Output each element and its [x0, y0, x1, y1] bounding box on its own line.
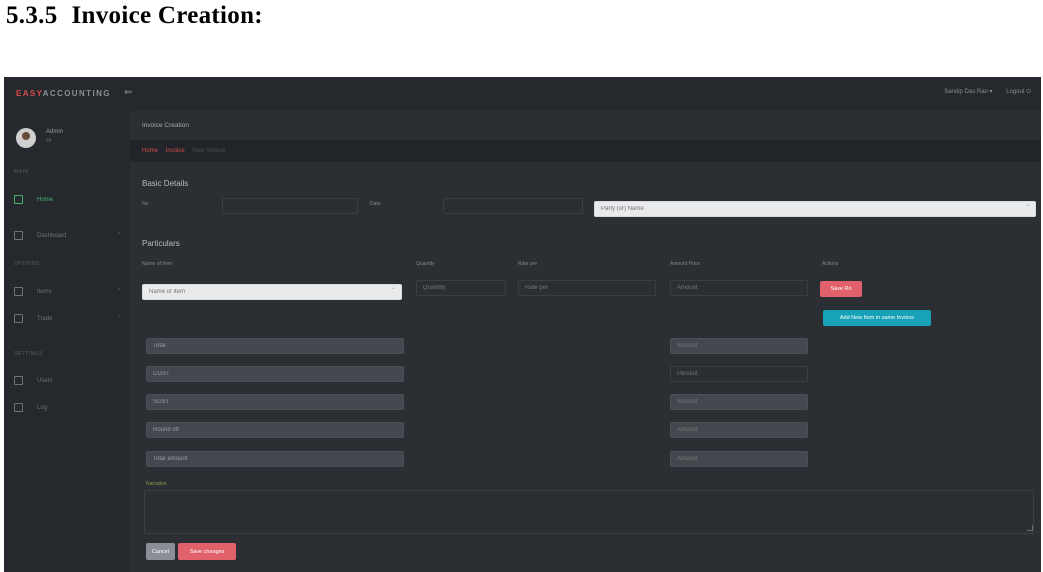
cgst-percent-field[interactable]	[670, 366, 808, 382]
narration-textarea[interactable]	[144, 490, 1034, 534]
no-label: No	[142, 201, 149, 207]
chevron-right-icon: ›	[118, 314, 120, 320]
add-item-button[interactable]: Add New Item in same Invoice	[823, 310, 931, 326]
sidebar-item-log[interactable]: Log	[14, 403, 124, 412]
top-right-menu: Sandip Das Rao ▾ Logout ⏻	[932, 88, 1031, 96]
column-header-actions: Actions	[822, 261, 839, 267]
column-header-amount: Amount Price	[670, 261, 701, 267]
date-input[interactable]	[443, 198, 583, 214]
sidebar-section-label: OPTIONS	[14, 261, 41, 267]
grand-total-field[interactable]	[670, 451, 808, 467]
save-row-button[interactable]: Save Ro	[820, 281, 862, 297]
chevron-right-icon: ›	[118, 287, 120, 293]
box-icon	[14, 287, 23, 296]
sidebar-section-label: SETTINGS	[14, 351, 44, 357]
chevron-down-icon: ⌄	[390, 285, 396, 291]
particulars-title: Particulars	[142, 239, 180, 248]
sgst-amount-field[interactable]	[670, 394, 808, 410]
home-icon	[14, 195, 23, 204]
dashboard-icon	[14, 231, 23, 240]
date-label: Date	[370, 201, 381, 207]
sidebar-toggle-icon[interactable]: ⇐	[124, 87, 132, 98]
save-changes-button[interactable]: Save changes	[178, 543, 236, 560]
chevron-right-icon: ›	[118, 231, 120, 237]
sidebar-item-home[interactable]: Home	[14, 195, 124, 204]
sgst-field[interactable]	[146, 394, 404, 410]
round-off-amount-field[interactable]	[670, 422, 808, 438]
chevron-down-icon: ⌄	[1024, 202, 1030, 208]
column-header-quantity: Quantity	[416, 261, 435, 267]
user-menu[interactable]: Sandip Das Rao ▾	[944, 89, 992, 95]
log-icon	[14, 403, 23, 412]
breadcrumb-current: New Invoice	[192, 148, 226, 154]
main-content: Invoice Creation Home Invoice New Invoic…	[130, 111, 1041, 572]
item-select[interactable]: ⌄	[142, 280, 402, 300]
sidebar: Admin ## MAIN Home Dashboard › OPTIONS It…	[4, 111, 130, 572]
document-heading: 5.3.5 Invoice Creation:	[6, 2, 263, 30]
page-title: Invoice Creation	[142, 122, 189, 129]
logout-link[interactable]: Logout ⏻	[1006, 89, 1031, 95]
quantity-input[interactable]	[416, 280, 506, 296]
sidebar-item-dashboard[interactable]: Dashboard ›	[14, 231, 124, 240]
breadcrumb: Home Invoice New Invoice	[130, 140, 1041, 162]
sidebar-item-trade[interactable]: Trade ›	[14, 314, 124, 323]
total-amount-field[interactable]	[670, 338, 808, 354]
top-navbar: EASYACCOUNTING ⇐ Sandip Das Rao ▾ Logout…	[4, 77, 1041, 111]
amount-input[interactable]	[670, 280, 808, 296]
round-off-field[interactable]	[146, 422, 404, 438]
trade-icon	[14, 314, 23, 323]
item-input[interactable]	[142, 284, 402, 300]
breadcrumb-home[interactable]: Home	[142, 148, 158, 154]
app-window: EASYACCOUNTING ⇐ Sandip Das Rao ▾ Logout…	[4, 77, 1041, 572]
resize-handle-icon[interactable]	[1027, 525, 1033, 531]
sidebar-user-name: Admin	[46, 129, 64, 135]
sidebar-item-items[interactable]: Items ›	[14, 287, 124, 296]
invoice-no-input[interactable]	[222, 198, 358, 214]
avatar	[16, 128, 36, 148]
cgst-field[interactable]	[146, 366, 404, 382]
party-select[interactable]: ⌄	[594, 197, 1036, 217]
column-header-item: Name of Item	[142, 261, 173, 267]
sidebar-user-role: ##	[46, 138, 52, 144]
column-header-rate: Rate per	[518, 261, 538, 267]
cancel-button[interactable]: Cancel	[146, 543, 175, 560]
narration-label: Narration	[146, 481, 167, 487]
total-field[interactable]	[146, 338, 404, 354]
sidebar-item-users[interactable]: Users	[14, 376, 124, 385]
sidebar-section-label: MAIN	[14, 169, 29, 175]
brand-logo[interactable]: EASYACCOUNTING	[16, 89, 111, 98]
rate-input[interactable]	[518, 280, 656, 296]
section-title: Invoice Creation:	[71, 2, 263, 29]
total-amount-label-field[interactable]	[146, 451, 404, 467]
section-number: 5.3.5	[6, 2, 58, 29]
basic-details-title: Basic Details	[142, 179, 189, 188]
party-input[interactable]	[594, 201, 1036, 217]
users-icon	[14, 376, 23, 385]
breadcrumb-invoice[interactable]: Invoice	[166, 148, 185, 154]
